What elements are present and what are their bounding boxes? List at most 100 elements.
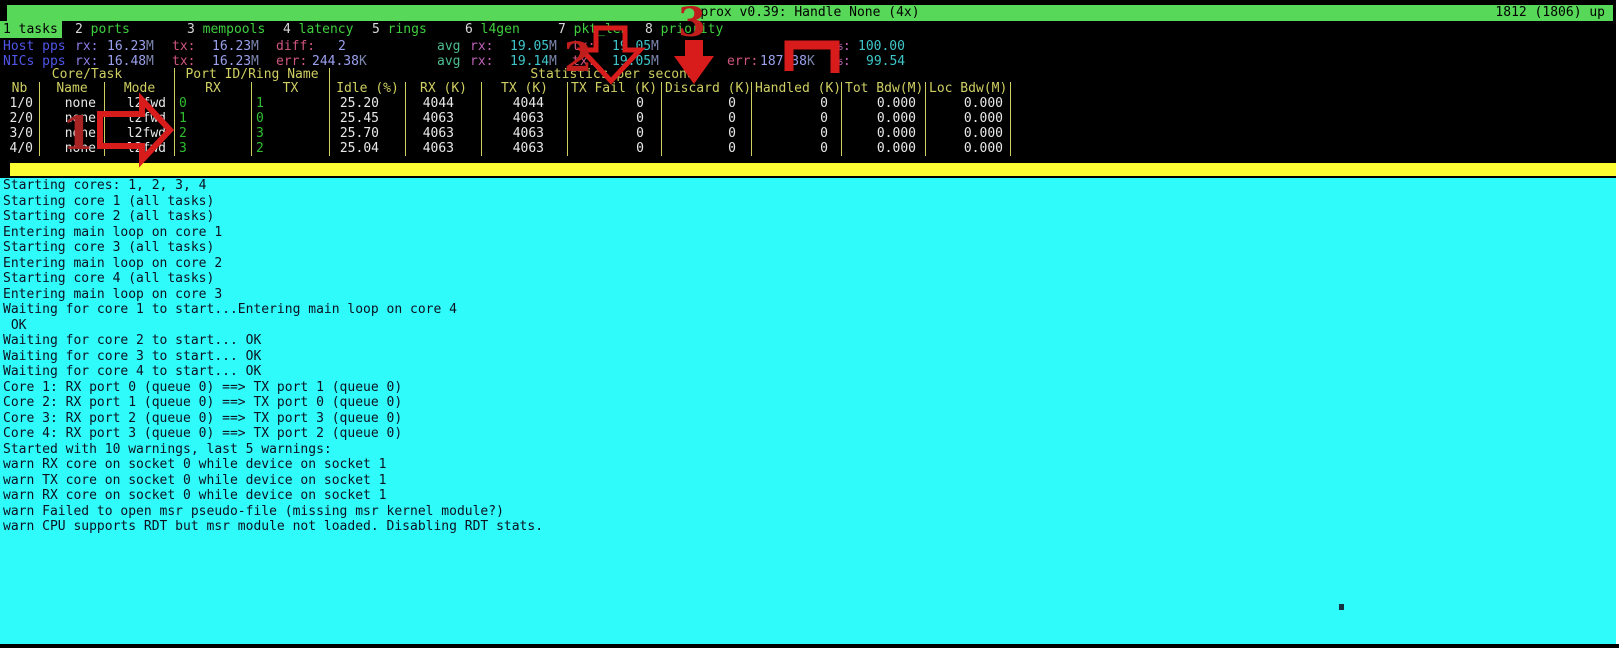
- tab-latency[interactable]: 4 latency: [283, 21, 353, 38]
- cell-nb: 1/0: [0, 96, 40, 111]
- col-rx: RX: [175, 82, 252, 96]
- cell-tx-fail: 0: [568, 96, 662, 111]
- tab-number: 8: [645, 22, 653, 37]
- host-pps-label: Host pps: [3, 39, 66, 54]
- tab-ports[interactable]: 2 ports: [75, 21, 130, 38]
- group-core-task: Core/Task: [0, 68, 175, 82]
- cell-mode: l2fwd: [105, 96, 175, 111]
- err-value: 244.38: [312, 54, 359, 69]
- avg-tx-key: tx:: [572, 54, 595, 69]
- tab-rings[interactable]: 5 rings: [372, 21, 427, 38]
- core-stats-table: Core/Task Port ID/Ring Name Statistics p…: [0, 68, 1011, 156]
- pct-value: 99.54: [866, 54, 905, 69]
- log-line: Starting core 3 (all tasks): [3, 240, 1616, 256]
- cell-discard: 0: [662, 126, 752, 141]
- log-line: Core 1: RX port 0 (queue 0) ==> TX port …: [3, 380, 1616, 396]
- avg-err-key: err:: [727, 54, 758, 69]
- cell-tx-k: 4063: [482, 141, 568, 156]
- cell-tx-fail: 0: [568, 111, 662, 126]
- tx-value: 16.23: [212, 54, 251, 69]
- avg-rx-unit: M: [549, 54, 557, 69]
- cell-handled: 0: [752, 96, 842, 111]
- col-handled: Handled (K): [752, 82, 842, 96]
- table-group-header: Core/Task Port ID/Ring Name Statistics p…: [0, 68, 1011, 82]
- cell-discard: 0: [662, 141, 752, 156]
- table-row: 2/0 none l2fwd 1 0 25.45 4063 4063 0 0 0…: [0, 111, 1011, 126]
- tab-number: 4: [283, 22, 291, 37]
- group-port-id: Port ID/Ring Name: [175, 68, 330, 82]
- table-row: 4/0 none l2fwd 3 2 25.04 4063 4063 0 0 0…: [0, 141, 1011, 156]
- tab-number: 3: [187, 22, 195, 37]
- cell-discard: 0: [662, 111, 752, 126]
- tab-mempools[interactable]: 3 mempools: [187, 21, 265, 38]
- cell-rx-k: 4063: [406, 111, 482, 126]
- title-bar: prox v0.39: Handle None (4x) 1812 (1806)…: [7, 5, 1613, 21]
- log-line: Starting core 2 (all tasks): [3, 209, 1616, 225]
- col-tot-bdw: Tot Bdw(M): [842, 82, 926, 96]
- pct-value: 100.00: [858, 39, 905, 54]
- tab-bar: 1 tasks 2 ports 3 mempools 4 latency 5 r…: [0, 21, 1616, 38]
- cell-tot-bdw: 0.000: [842, 96, 926, 111]
- tab-label: pkt_len: [574, 22, 629, 37]
- col-name: Name: [40, 82, 105, 96]
- log-line: Core 2: RX port 1 (queue 0) ==> TX port …: [3, 395, 1616, 411]
- err-unit: K: [359, 54, 367, 69]
- table-row: 3/0 none l2fwd 2 3 25.70 4063 4063 0 0 0…: [0, 126, 1011, 141]
- tab-tasks[interactable]: 1 tasks: [0, 21, 62, 38]
- log-line: OK: [3, 318, 1616, 334]
- group-statistics: Statistics per second: [330, 68, 1011, 82]
- cell-loc-bdw: 0.000: [926, 111, 1011, 126]
- tx-unit: M: [251, 39, 259, 54]
- log-line: Started with 10 warnings, last 5 warning…: [3, 442, 1616, 458]
- log-line: warn CPU supports RDT but msr module not…: [3, 519, 1616, 535]
- cell-mode: l2fwd: [105, 141, 175, 156]
- uptime-counter: 1812 (1806) up: [1495, 5, 1605, 21]
- log-line: Entering main loop on core 2: [3, 256, 1616, 272]
- log-line: Core 4: RX port 3 (queue 0) ==> TX port …: [3, 426, 1616, 442]
- cell-tx-port: 2: [252, 141, 330, 156]
- cell-name: none: [40, 111, 105, 126]
- diff-value: 2: [338, 39, 346, 54]
- cell-idle: 25.45: [330, 111, 406, 126]
- log-line: Entering main loop on core 3: [3, 287, 1616, 303]
- cell-tot-bdw: 0.000: [842, 126, 926, 141]
- cell-loc-bdw: 0.000: [926, 96, 1011, 111]
- col-idle: Idle (%): [330, 82, 406, 96]
- avg-tx-key: tx:: [572, 39, 595, 54]
- cell-idle: 25.04: [330, 141, 406, 156]
- tab-label: latency: [299, 22, 354, 37]
- tab-number: 1: [3, 22, 11, 37]
- cell-tx-port: 1: [252, 96, 330, 111]
- app-title: prox v0.39: Handle None (4x): [7, 5, 1613, 21]
- col-tx-k: TX (K): [482, 82, 568, 96]
- avg-tx-unit: M: [651, 39, 659, 54]
- log-line: warn Failed to open msr pseudo-file (mis…: [3, 504, 1616, 520]
- col-rx-k: RX (K): [406, 82, 482, 96]
- tab-priority[interactable]: 8 priority: [645, 21, 723, 38]
- tab-pkt-len[interactable]: 7 pkt_len: [558, 21, 628, 38]
- avg-err-value: 187.38: [760, 54, 807, 69]
- tx-key: tx:: [172, 54, 195, 69]
- cell-tot-bdw: 0.000: [842, 111, 926, 126]
- cell-name: none: [40, 96, 105, 111]
- cursor-artifact: [1339, 604, 1344, 610]
- tab-l4gen[interactable]: 6 l4gen: [465, 21, 520, 38]
- cell-tx-k: 4063: [482, 111, 568, 126]
- cell-tx-k: 4063: [482, 126, 568, 141]
- cell-mode: l2fwd: [105, 126, 175, 141]
- nics-pps-label: NICs pps: [3, 54, 66, 69]
- diff-key: diff:: [276, 39, 315, 54]
- log-line: Starting core 1 (all tasks): [3, 194, 1616, 210]
- avg-tx-value: 19.05: [612, 39, 651, 54]
- log-line: Waiting for core 4 to start... OK: [3, 364, 1616, 380]
- cell-idle: 25.70: [330, 126, 406, 141]
- cell-tx-k: 4044: [482, 96, 568, 111]
- tab-label: tasks: [19, 22, 58, 37]
- log-line: warn RX core on socket 0 while device on…: [3, 488, 1616, 504]
- cell-tx-port: 3: [252, 126, 330, 141]
- cell-nb: 4/0: [0, 141, 40, 156]
- tx-value: 16.23: [212, 39, 251, 54]
- cell-name: none: [40, 141, 105, 156]
- pct-key: %:: [835, 54, 851, 69]
- rx-key: rx:: [75, 39, 98, 54]
